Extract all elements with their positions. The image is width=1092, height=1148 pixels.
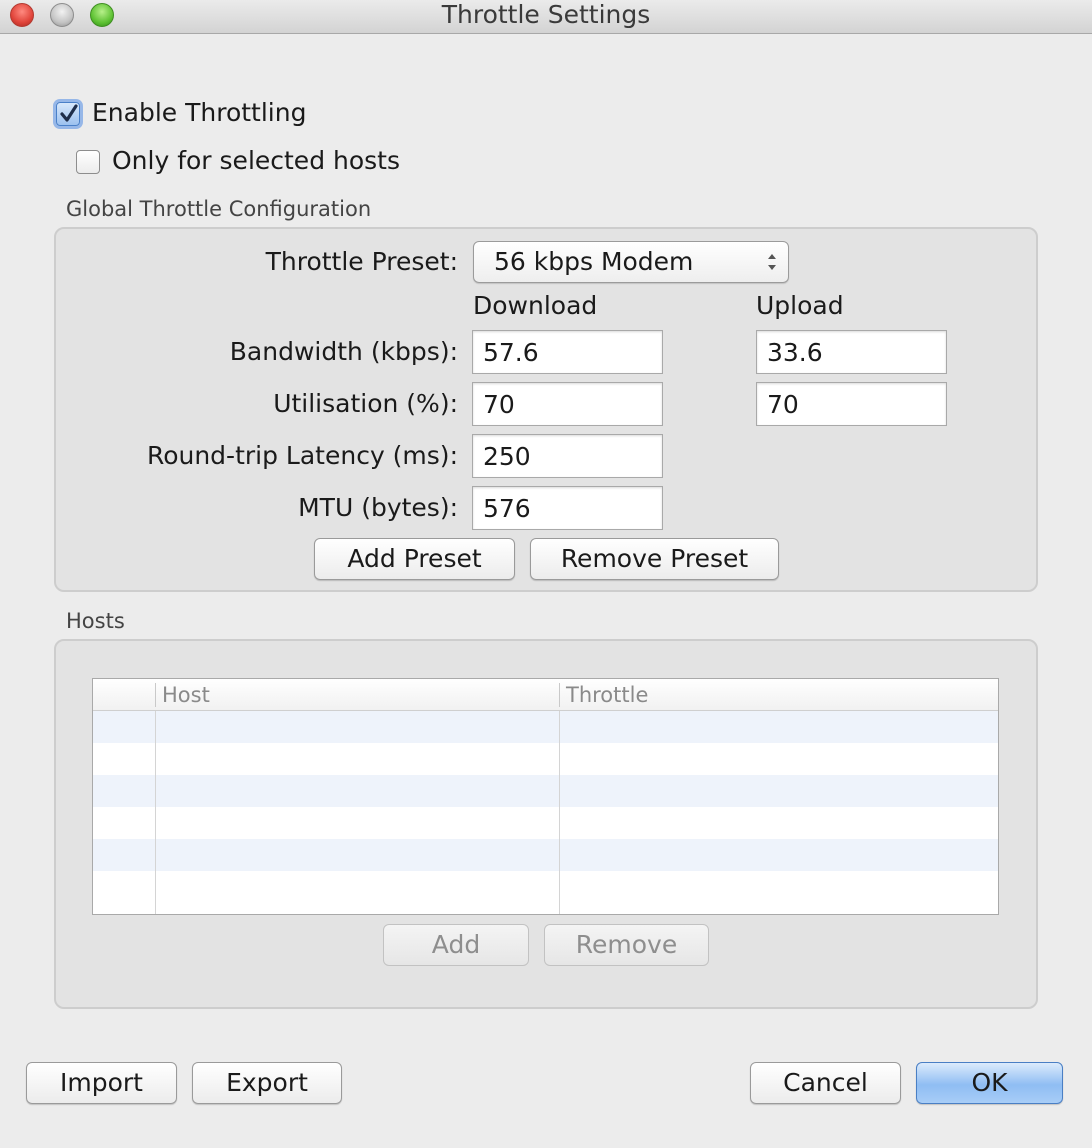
export-button[interactable]: Export	[192, 1062, 342, 1104]
remove-preset-button[interactable]: Remove Preset	[530, 538, 779, 580]
enable-throttling-checkbox[interactable]	[56, 102, 80, 126]
utilisation-upload-input[interactable]	[756, 382, 947, 426]
table-row[interactable]	[93, 743, 998, 775]
utilisation-download-input[interactable]	[472, 382, 663, 426]
only-selected-hosts-label: Only for selected hosts	[112, 146, 401, 175]
cancel-button[interactable]: Cancel	[750, 1062, 901, 1104]
utilisation-label: Utilisation (%):	[273, 389, 458, 418]
throttle-preset-select[interactable]: 56 kbps Modem	[473, 241, 789, 283]
bandwidth-upload-input[interactable]	[756, 330, 947, 374]
hosts-title: Hosts	[66, 609, 125, 633]
only-selected-hosts-checkbox[interactable]	[76, 150, 100, 174]
import-button[interactable]: Import	[26, 1062, 177, 1104]
checkmark-icon	[60, 104, 78, 122]
table-row[interactable]	[93, 871, 998, 903]
global-config-title: Global Throttle Configuration	[66, 197, 372, 221]
hosts-table[interactable]: Host Throttle	[92, 678, 999, 915]
download-column-header: Download	[473, 291, 598, 320]
latency-input[interactable]	[472, 434, 663, 478]
remove-host-button[interactable]: Remove	[544, 924, 709, 966]
column-header-host[interactable]: Host	[156, 679, 559, 711]
add-preset-button[interactable]: Add Preset	[314, 538, 515, 580]
mtu-label: MTU (bytes):	[298, 493, 458, 522]
column-header-throttle[interactable]: Throttle	[560, 679, 998, 711]
table-row[interactable]	[93, 807, 998, 839]
table-row[interactable]	[93, 839, 998, 871]
window-title: Throttle Settings	[441, 0, 651, 29]
upload-column-header: Upload	[756, 291, 844, 320]
enable-throttling-label: Enable Throttling	[92, 98, 307, 127]
throttle-preset-value: 56 kbps Modem	[494, 247, 694, 276]
mtu-input[interactable]	[472, 486, 663, 530]
bandwidth-label: Bandwidth (kbps):	[229, 337, 458, 366]
column-line	[559, 711, 560, 914]
table-row[interactable]	[93, 775, 998, 807]
select-arrows-icon	[768, 254, 776, 270]
ok-button[interactable]: OK	[916, 1062, 1063, 1104]
hosts-table-header: Host Throttle	[93, 679, 998, 711]
bandwidth-download-input[interactable]	[472, 330, 663, 374]
latency-label: Round-trip Latency (ms):	[146, 441, 458, 470]
column-line	[155, 711, 156, 914]
table-row[interactable]	[93, 711, 998, 743]
add-host-button[interactable]: Add	[383, 924, 529, 966]
throttle-preset-label: Throttle Preset:	[265, 247, 458, 276]
title-bar: Throttle Settings	[0, 0, 1092, 34]
column-header-blank[interactable]	[93, 679, 155, 711]
